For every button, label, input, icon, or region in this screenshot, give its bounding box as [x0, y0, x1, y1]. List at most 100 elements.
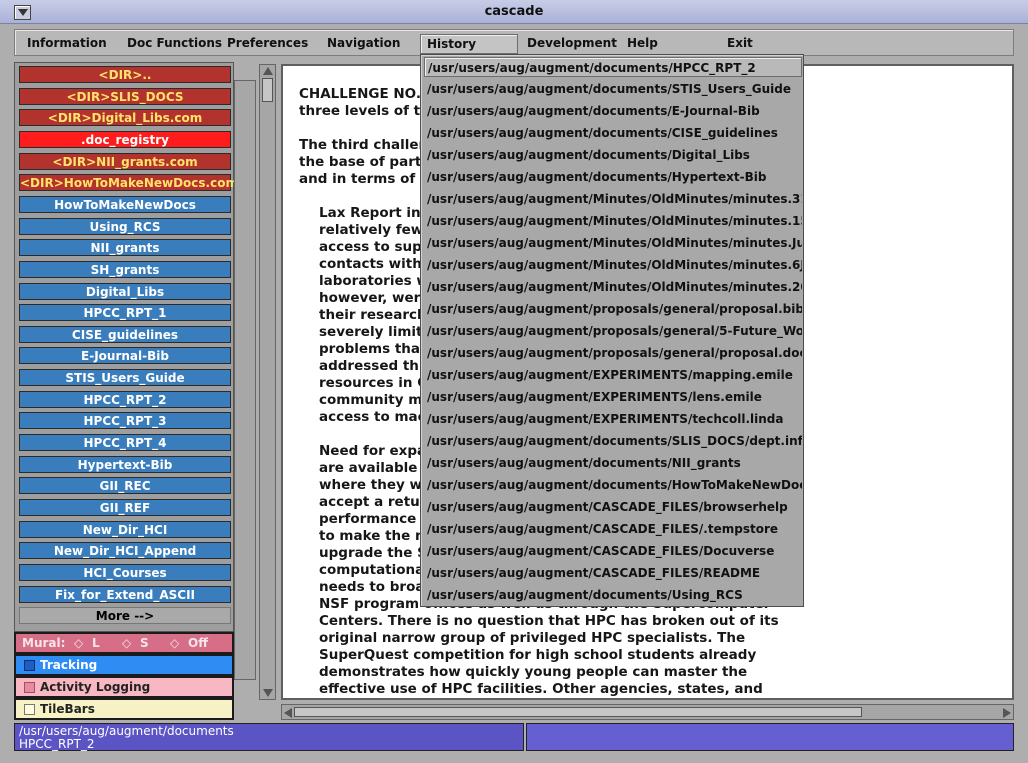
- history-item[interactable]: /usr/users/aug/augment/Minutes/OldMinute…: [424, 189, 802, 209]
- nav-item-3[interactable]: .doc_registry: [19, 130, 231, 148]
- more-button[interactable]: More -->: [19, 607, 231, 625]
- nav-item-18[interactable]: Hypertext-Bib: [19, 455, 231, 473]
- menu-development[interactable]: Development: [521, 34, 623, 54]
- history-item[interactable]: /usr/users/aug/augment/Minutes/OldMinute…: [424, 277, 802, 297]
- nav-item-8[interactable]: NII_grants: [19, 239, 231, 257]
- document-line: The third challeng: [299, 137, 438, 153]
- history-item[interactable]: /usr/users/aug/augment/documents/Hyperte…: [424, 167, 802, 187]
- history-item[interactable]: /usr/users/aug/augment/documents/CISE_gu…: [424, 123, 802, 143]
- history-item[interactable]: /usr/users/aug/augment/documents/E-Journ…: [424, 101, 802, 121]
- activity-logging-toggle[interactable]: Activity Logging: [14, 676, 234, 698]
- menu-help[interactable]: Help: [621, 34, 664, 54]
- menu-navigation[interactable]: Navigation: [321, 34, 406, 54]
- vertical-scroll-thumb[interactable]: [262, 78, 273, 102]
- history-item[interactable]: /usr/users/aug/augment/documents/Using_R…: [424, 585, 802, 605]
- status-bar-path: /usr/users/aug/augment/documents HPCC_RP…: [14, 723, 524, 751]
- history-item[interactable]: /usr/users/aug/augment/documents/STIS_Us…: [424, 79, 802, 99]
- nav-item-19[interactable]: GII_REC: [19, 477, 231, 495]
- document-line: demonstrates how quickly young people ca…: [319, 664, 748, 680]
- document-line: addressed this: [319, 358, 432, 374]
- mural-l-diamond-icon[interactable]: ◇: [74, 636, 83, 650]
- horizontal-scroll-thumb[interactable]: [294, 707, 862, 717]
- nav-item-13[interactable]: E-Journal-Bib: [19, 347, 231, 365]
- nav-item-10[interactable]: Digital_Libs: [19, 282, 231, 300]
- nav-item-9[interactable]: SH_grants: [19, 260, 231, 278]
- history-item[interactable]: /usr/users/aug/augment/CASCADE_FILES/bro…: [424, 497, 802, 517]
- document-line: Lax Report inc: [319, 205, 429, 221]
- menu-doc-functions[interactable]: Doc Functions: [121, 34, 228, 54]
- nav-item-2[interactable]: <DIR>Digital_Libs.com: [19, 109, 231, 127]
- nav-item-23[interactable]: HCI_Courses: [19, 563, 231, 581]
- nav-item-0[interactable]: <DIR>..: [19, 66, 231, 83]
- history-item[interactable]: /usr/users/aug/augment/Minutes/OldMinute…: [424, 255, 802, 275]
- document-vertical-scrollbar[interactable]: [259, 64, 276, 700]
- history-item[interactable]: /usr/users/aug/augment/Minutes/OldMinute…: [424, 211, 802, 231]
- history-item[interactable]: /usr/users/aug/augment/documents/Digital…: [424, 145, 802, 165]
- nav-item-7[interactable]: Using_RCS: [19, 217, 231, 235]
- document-line: Centers. There is no question that HPC h…: [319, 613, 779, 629]
- nav-item-4[interactable]: <DIR>NII_grants.com: [19, 152, 231, 170]
- history-item[interactable]: /usr/users/aug/augment/CASCADE_FILES/REA…: [424, 563, 802, 583]
- nav-item-1[interactable]: <DIR>SLIS_DOCS: [19, 87, 231, 105]
- tracking-toggle[interactable]: Tracking: [14, 654, 234, 676]
- nav-item-16[interactable]: HPCC_RPT_3: [19, 412, 231, 430]
- mural-option-l[interactable]: L: [92, 636, 100, 650]
- activity-logging-label: Activity Logging: [40, 680, 151, 694]
- scroll-up-icon[interactable]: [263, 67, 273, 75]
- mural-off-diamond-icon[interactable]: ◇: [170, 636, 179, 650]
- nav-item-17[interactable]: HPCC_RPT_4: [19, 434, 231, 452]
- history-item[interactable]: /usr/users/aug/augment/proposals/general…: [424, 299, 802, 319]
- history-item[interactable]: /usr/users/aug/augment/EXPERIMENTS/lens.…: [424, 387, 802, 407]
- mural-selector: Mural: ◇ L ◇ S ◇ Off: [14, 632, 234, 654]
- history-item[interactable]: /usr/users/aug/augment/CASCADE_FILES/Doc…: [424, 541, 802, 561]
- mural-option-off[interactable]: Off: [188, 636, 208, 650]
- mural-s-diamond-icon[interactable]: ◇: [122, 636, 131, 650]
- document-line: their research: [319, 307, 427, 323]
- nav-item-22[interactable]: New_Dir_HCI_Append: [19, 542, 231, 560]
- document-line: to make the ne: [319, 528, 434, 544]
- tilebars-checkbox-icon[interactable]: [24, 704, 35, 715]
- history-item[interactable]: /usr/users/aug/augment/EXPERIMENTS/mappi…: [424, 365, 802, 385]
- document-line: original narrow group of privileged HPC …: [319, 630, 746, 646]
- nav-item-11[interactable]: HPCC_RPT_1: [19, 304, 231, 322]
- history-item[interactable]: /usr/users/aug/augment/documents/HowToMa…: [424, 475, 802, 495]
- history-item[interactable]: /usr/users/aug/augment/proposals/general…: [424, 321, 802, 341]
- history-item[interactable]: /usr/users/aug/augment/Minutes/OldMinute…: [424, 233, 802, 253]
- menu-exit[interactable]: Exit: [721, 34, 759, 54]
- mural-label: Mural:: [22, 636, 66, 650]
- document-line: upgrade the S: [319, 545, 427, 561]
- history-item[interactable]: /usr/users/aug/augment/documents/SLIS_DO…: [424, 431, 802, 451]
- document-line: access to supe: [319, 239, 431, 255]
- history-item[interactable]: /usr/users/aug/augment/proposals/general…: [424, 343, 802, 363]
- document-line: resources in C: [319, 375, 428, 391]
- document-line: performance c: [319, 511, 429, 527]
- navigator-scrollbar[interactable]: [234, 80, 256, 680]
- tracking-checkbox-icon[interactable]: [24, 660, 35, 671]
- history-item[interactable]: /usr/users/aug/augment/documents/HPCC_RP…: [424, 57, 802, 77]
- mural-option-s[interactable]: S: [140, 636, 149, 650]
- history-item[interactable]: /usr/users/aug/augment/CASCADE_FILES/.te…: [424, 519, 802, 539]
- document-line: accept a returr: [319, 494, 434, 510]
- status-document: HPCC_RPT_2: [19, 737, 95, 751]
- history-item[interactable]: /usr/users/aug/augment/EXPERIMENTS/techc…: [424, 409, 802, 429]
- scroll-left-icon[interactable]: [284, 708, 292, 718]
- document-horizontal-scrollbar[interactable]: [281, 704, 1014, 720]
- nav-item-12[interactable]: CISE_guidelines: [19, 325, 231, 343]
- activity-checkbox-icon[interactable]: [24, 682, 35, 693]
- nav-item-20[interactable]: GII_REF: [19, 499, 231, 516]
- document-line: SuperQuest competition for high school s…: [319, 647, 757, 663]
- nav-item-24[interactable]: Fix_for_Extend_ASCII: [19, 585, 231, 603]
- scroll-down-icon[interactable]: [263, 689, 273, 697]
- history-item[interactable]: /usr/users/aug/augment/documents/NII_gra…: [424, 453, 802, 473]
- scroll-right-icon[interactable]: [1003, 708, 1011, 718]
- menu-history[interactable]: History: [420, 34, 518, 54]
- nav-item-14[interactable]: STIS_Users_Guide: [19, 369, 231, 387]
- nav-item-15[interactable]: HPCC_RPT_2: [19, 390, 231, 408]
- nav-item-6[interactable]: HowToMakeNewDocs: [19, 195, 231, 213]
- nav-item-21[interactable]: New_Dir_HCI: [19, 520, 231, 538]
- tilebars-toggle[interactable]: TileBars: [14, 698, 234, 720]
- menu-information[interactable]: Information: [21, 34, 113, 54]
- nav-item-5[interactable]: <DIR>HowToMakeNewDocs.com: [19, 174, 238, 192]
- menu-preferences[interactable]: Preferences: [221, 34, 314, 54]
- document-line: effective use of HPC facilities. Other a…: [319, 681, 763, 697]
